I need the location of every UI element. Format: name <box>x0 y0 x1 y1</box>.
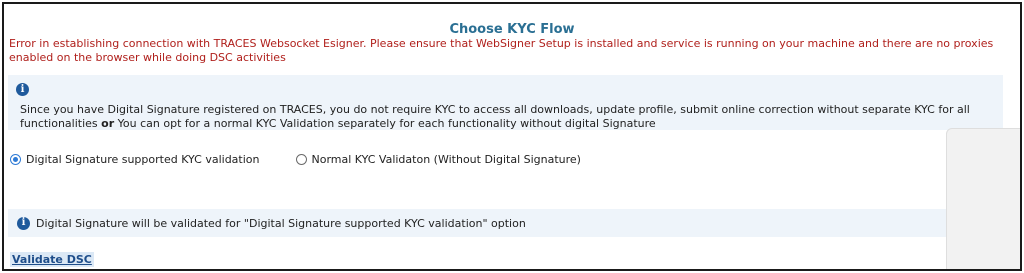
kyc-option-group: Digital Signature supported KYC validati… <box>10 151 581 167</box>
radio-label-dsc-kyc: Digital Signature supported KYC validati… <box>26 152 260 166</box>
note-box: i Digital Signature will be validated fo… <box>8 209 946 237</box>
info-text-part2: You can opt for a normal KYC Validation … <box>114 117 656 130</box>
page-title: Choose KYC Flow <box>449 22 575 37</box>
error-message: Error in establishing connection with TR… <box>9 37 994 64</box>
radio-button-normal-kyc[interactable] <box>295 153 307 165</box>
note-message: Digital Signature will be validated for … <box>36 216 526 230</box>
info-message: Since you have Digital Signature registe… <box>20 103 1000 131</box>
kyc-flow-panel: Choose KYC Flow Error in establishing co… <box>2 2 1022 271</box>
radio-button-dsc-kyc[interactable] <box>10 153 21 165</box>
info-icon: i <box>16 83 29 96</box>
info-text-or: or <box>101 117 115 130</box>
info-icon: i <box>17 216 30 230</box>
validate-dsc-link[interactable]: Validate DSC <box>10 252 94 267</box>
info-box: i Since you have Digital Signature regis… <box>8 75 1003 130</box>
radio-option-dsc-kyc[interactable]: Digital Signature supported KYC validati… <box>10 153 260 166</box>
side-widget-panel <box>946 128 1020 269</box>
radio-option-normal-kyc[interactable]: Normal KYC Validaton (Without Digital Si… <box>295 152 581 166</box>
radio-label-normal-kyc: Normal KYC Validaton (Without Digital Si… <box>311 152 581 166</box>
